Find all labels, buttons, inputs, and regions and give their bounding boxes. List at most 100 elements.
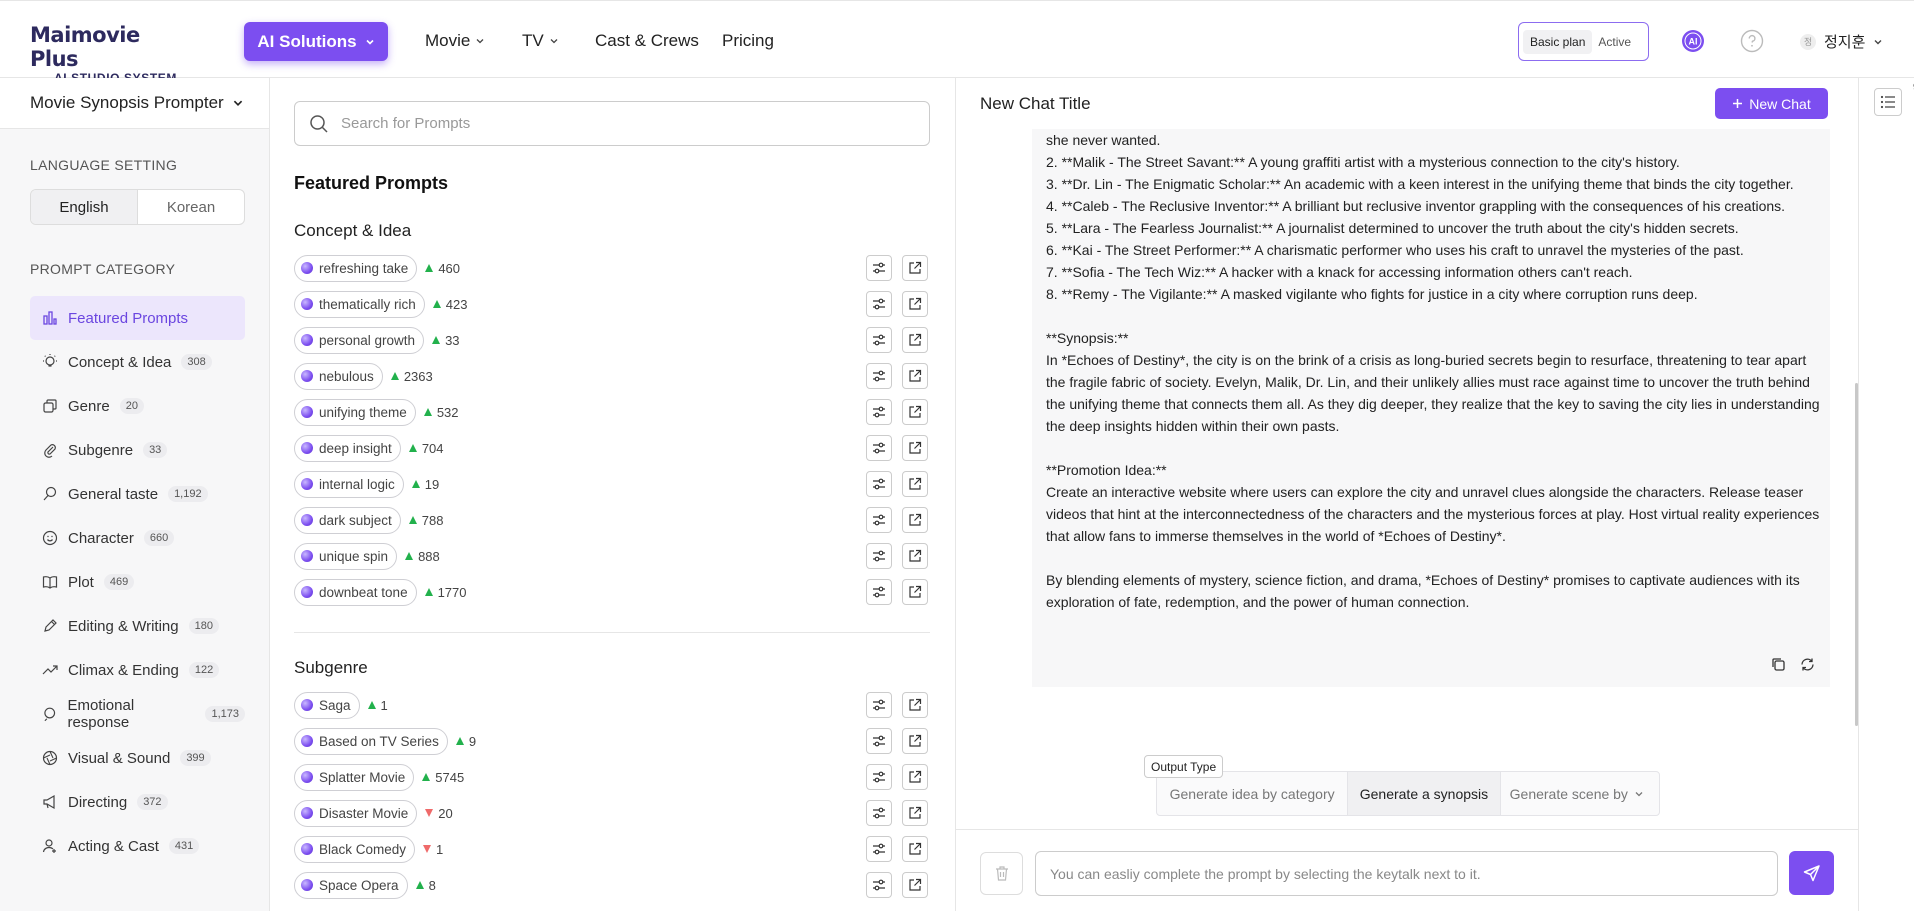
new-chat-button[interactable]: New Chat [1715, 88, 1828, 119]
output-option-synopsis[interactable]: Generate a synopsis [1347, 772, 1501, 815]
category-count: 372 [137, 794, 168, 810]
open-external-button[interactable] [902, 363, 928, 389]
keytalk-chip[interactable]: deep insight [294, 434, 401, 462]
logo[interactable]: Maimovie Plus AI STUDIO SYSTEM [30, 23, 190, 85]
prompter-selector[interactable]: Movie Synopsis Prompter [0, 78, 269, 129]
settings-button[interactable] [866, 836, 892, 862]
sidebar-item-climax-ending[interactable]: Climax & Ending 122 [30, 648, 245, 692]
open-external-button[interactable] [902, 692, 928, 718]
keytalk-chip[interactable]: internal logic [294, 470, 404, 498]
keytalk-chip[interactable]: personal growth [294, 326, 425, 354]
open-external-button[interactable] [902, 764, 928, 790]
external-link-icon [909, 333, 922, 346]
open-external-button[interactable] [902, 800, 928, 826]
ai-solutions-button[interactable]: AI Solutions [244, 22, 388, 61]
language-english[interactable]: English [31, 190, 138, 224]
sidebar-item-emotional-response[interactable]: Emotional response 1,173 [30, 692, 245, 736]
keytalk-chip[interactable]: unique spin [294, 542, 398, 570]
keytalk-chip[interactable]: thematically rich [294, 290, 425, 318]
plan-status-box[interactable]: Basic plan Active [1518, 22, 1649, 61]
keytalk-chip[interactable]: Based on TV Series [294, 727, 448, 755]
keytalk-chip[interactable]: unifying theme [294, 398, 416, 426]
prompt-row: refreshing take 460 [294, 250, 930, 286]
nav-cast-crews[interactable]: Cast & Crews [595, 31, 699, 51]
keytalk-orb-icon [301, 370, 313, 382]
open-external-button[interactable] [902, 399, 928, 425]
sliders-icon [873, 262, 885, 274]
chat-title[interactable]: New Chat Title [980, 94, 1091, 114]
search-input[interactable]: Search for Prompts [294, 101, 930, 146]
sidebar-item-label: General taste [68, 485, 159, 503]
settings-button[interactable] [866, 692, 892, 718]
open-external-button[interactable] [902, 836, 928, 862]
trend-value: 423 [445, 296, 468, 312]
section-divider [294, 632, 930, 633]
settings-button[interactable] [866, 800, 892, 826]
sliders-icon [873, 735, 885, 747]
clear-button[interactable] [980, 852, 1023, 895]
keytalk-chip[interactable]: dark subject [294, 506, 401, 534]
language-korean[interactable]: Korean [138, 190, 244, 224]
open-external-button[interactable] [902, 327, 928, 353]
help-icon[interactable] [1740, 29, 1764, 53]
sidebar-item-featured-prompts[interactable]: Featured Prompts [30, 296, 245, 340]
send-button[interactable] [1789, 851, 1834, 895]
sidebar-item-genre[interactable]: Genre 20 [30, 384, 245, 428]
sidebar-item-subgenre[interactable]: Subgenre 33 [30, 428, 245, 472]
settings-button[interactable] [866, 507, 892, 533]
open-external-button[interactable] [902, 579, 928, 605]
settings-button[interactable] [866, 327, 892, 353]
sidebar-item-visual-sound[interactable]: Visual & Sound 399 [30, 736, 245, 780]
settings-button[interactable] [866, 872, 892, 898]
sidebar-item-concept-idea[interactable]: Concept & Idea 308 [30, 340, 245, 384]
user-menu[interactable]: 정 정지훈 [1800, 31, 1883, 52]
keytalk-chip[interactable]: Splatter Movie [294, 763, 415, 791]
sidebar-item-character[interactable]: Character 660 [30, 516, 245, 560]
settings-button[interactable] [866, 363, 892, 389]
open-external-button[interactable] [902, 728, 928, 754]
open-external-button[interactable] [902, 872, 928, 898]
nav-movie[interactable]: Movie [425, 31, 485, 51]
settings-button[interactable] [866, 399, 892, 425]
keytalk-chip[interactable]: Black Comedy [294, 835, 416, 863]
output-option-scene[interactable]: Generate scene by [1501, 772, 1659, 815]
sidebar-item-plot[interactable]: Plot 469 [30, 560, 245, 604]
copy-icon[interactable] [1770, 656, 1787, 673]
open-external-button[interactable] [902, 543, 928, 569]
history-list-button[interactable]: 97 [1874, 82, 1914, 116]
ai-assistant-icon[interactable]: AI [1681, 29, 1705, 53]
settings-button[interactable] [866, 435, 892, 461]
sidebar-item-editing-writing[interactable]: Editing & Writing 180 [30, 604, 245, 648]
prompt-input[interactable]: You can easliy complete the prompt by se… [1035, 851, 1778, 896]
nav-tv[interactable]: TV [522, 31, 559, 51]
sidebar-item-general-taste[interactable]: General taste 1,192 [30, 472, 245, 516]
keytalk-chip[interactable]: downbeat tone [294, 578, 417, 606]
sidebar-item-acting-cast[interactable]: Acting & Cast 431 [30, 824, 245, 868]
settings-button[interactable] [866, 579, 892, 605]
sidebar-item-directing[interactable]: Directing 372 [30, 780, 245, 824]
open-external-button[interactable] [902, 291, 928, 317]
open-external-button[interactable] [902, 435, 928, 461]
nav-pricing[interactable]: Pricing [722, 31, 774, 51]
keytalk-chip[interactable]: Disaster Movie [294, 799, 418, 827]
trend-value: 1 [380, 697, 388, 713]
settings-button[interactable] [866, 728, 892, 754]
output-option-idea[interactable]: Generate idea by category [1157, 772, 1347, 815]
keytalk-chip[interactable]: refreshing take [294, 254, 418, 282]
new-chat-label: New Chat [1749, 95, 1811, 112]
taste-icon [43, 486, 57, 501]
keytalk-chip[interactable]: nebulous [294, 362, 383, 390]
settings-button[interactable] [866, 764, 892, 790]
settings-button[interactable] [866, 255, 892, 281]
keytalk-chip[interactable]: Saga [294, 691, 360, 719]
keytalk-label: Based on TV Series [319, 733, 439, 749]
settings-button[interactable] [866, 471, 892, 497]
trend-up-icon [432, 300, 441, 308]
open-external-button[interactable] [902, 255, 928, 281]
settings-button[interactable] [866, 543, 892, 569]
open-external-button[interactable] [902, 471, 928, 497]
keytalk-chip[interactable]: Space Opera [294, 871, 408, 899]
open-external-button[interactable] [902, 507, 928, 533]
refresh-icon[interactable] [1799, 656, 1816, 673]
settings-button[interactable] [866, 291, 892, 317]
